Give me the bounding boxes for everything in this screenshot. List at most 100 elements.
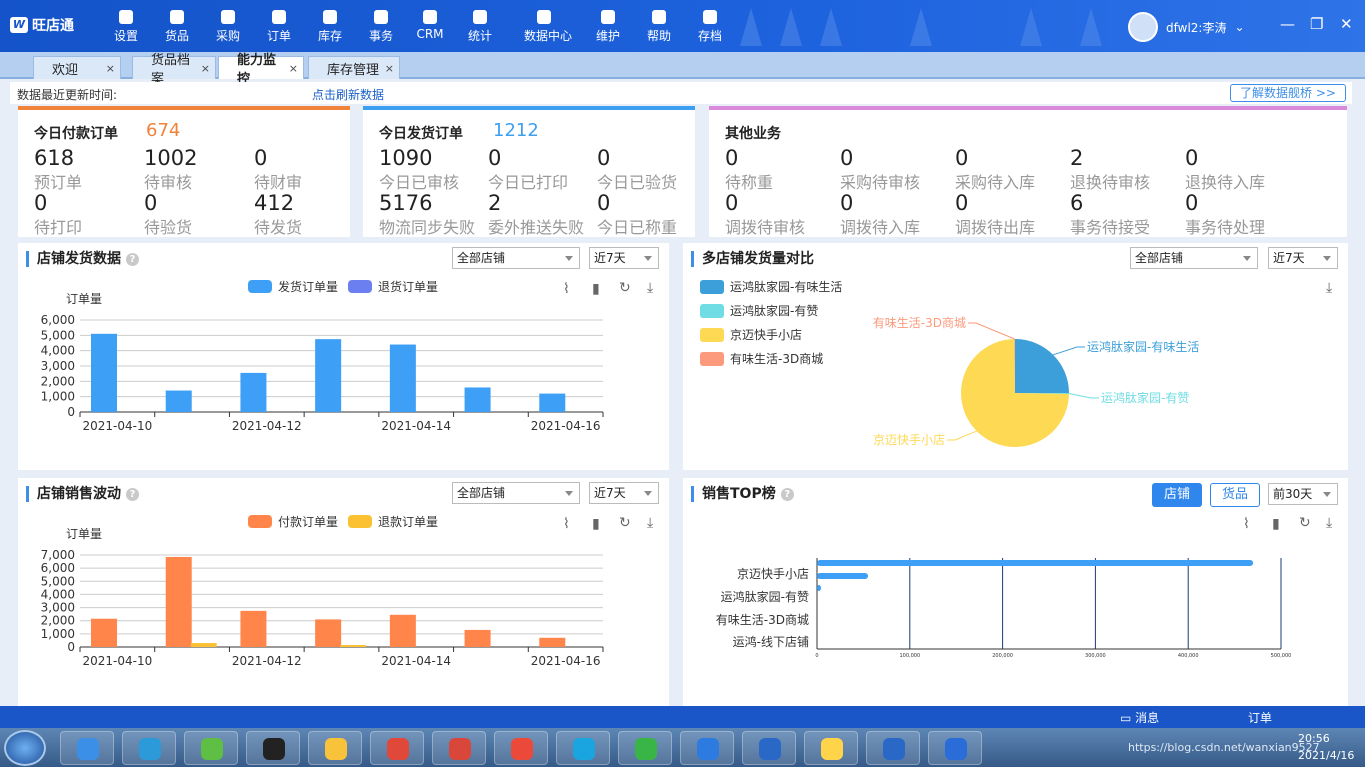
tree-decoration [740, 8, 762, 46]
stat-item[interactable]: 0 调拨待出库 [955, 192, 1035, 238]
nav-2[interactable]: 采购 [208, 10, 248, 44]
stat-item[interactable]: 0 调拨待入库 [840, 192, 920, 238]
nav-6[interactable]: CRM [410, 10, 450, 41]
stat-item[interactable]: 2 退换待审核 [1070, 147, 1150, 193]
start-button[interactable] [4, 730, 46, 766]
close-icon[interactable]: × [201, 62, 210, 75]
stat-item[interactable]: 5176 物流同步失败 [379, 192, 475, 238]
bar[interactable] [340, 645, 367, 647]
taskbar-app[interactable] [680, 731, 734, 765]
taskbar-app[interactable] [122, 731, 176, 765]
nav-10[interactable]: 帮助 [639, 10, 679, 44]
taskbar-app[interactable] [618, 731, 672, 765]
taskbar-app[interactable] [370, 731, 424, 765]
card-count[interactable]: 1212 [493, 120, 539, 141]
nav-0[interactable]: 设置 [106, 10, 146, 44]
tab-0[interactable]: 欢迎 × [33, 56, 121, 79]
pie-slice[interactable] [1015, 339, 1069, 393]
legend-label[interactable]: 退货订单量 [378, 279, 438, 294]
legend-label[interactable]: 运鸿肽家园-有赞 [730, 303, 818, 318]
taskbar-app[interactable] [246, 731, 300, 765]
stat-item[interactable]: 1090 今日已审核 [379, 147, 459, 193]
close-icon[interactable]: × [385, 62, 394, 75]
bar[interactable] [240, 610, 267, 647]
legend-label[interactable]: 付款订单量 [278, 515, 338, 529]
close-button[interactable]: ✕ [1340, 15, 1353, 33]
bar[interactable] [539, 637, 566, 647]
nav-8[interactable]: 数据中心 [524, 10, 572, 44]
nav-7[interactable]: 统计 [460, 10, 500, 44]
stat-value: 0 [725, 146, 739, 170]
stat-item[interactable]: 0 今日已打印 [488, 147, 568, 193]
bar[interactable] [389, 344, 416, 412]
stat-item[interactable]: 0 待财审 [254, 147, 302, 193]
bar[interactable] [539, 393, 566, 412]
stat-item[interactable]: 0 今日已称重 [597, 192, 677, 238]
bar[interactable] [315, 619, 342, 647]
taskbar-app[interactable] [928, 731, 982, 765]
nav-4[interactable]: 库存 [310, 10, 350, 44]
legend-label[interactable]: 运鸿肽家园-有味生活 [730, 279, 842, 294]
learn-data-button[interactable]: 了解数据舰桥 >> [1230, 84, 1346, 102]
user-menu[interactable]: dfwl2:李涛 ⌄ [1128, 12, 1245, 42]
legend-label[interactable]: 京迈快手小店 [730, 328, 802, 342]
bar[interactable] [315, 339, 342, 412]
bar[interactable] [817, 573, 869, 579]
taskbar-app[interactable] [308, 731, 362, 765]
stat-item[interactable]: 0 待打印 [34, 192, 82, 238]
stat-item[interactable]: 0 待称重 [725, 147, 773, 193]
card-count[interactable]: 674 [146, 120, 180, 141]
stat-item[interactable]: 6 事务待接受 [1070, 192, 1150, 238]
bar[interactable] [165, 390, 192, 412]
legend-label[interactable]: 退款订单量 [378, 515, 438, 529]
nav-11[interactable]: 存档 [690, 10, 730, 44]
stat-item[interactable]: 0 待验货 [144, 192, 192, 238]
bar[interactable] [190, 643, 217, 647]
taskbar-app[interactable] [494, 731, 548, 765]
stat-item[interactable]: 0 退换待入库 [1185, 147, 1265, 193]
stat-item[interactable]: 618 预订单 [34, 147, 82, 193]
nav-5[interactable]: 事务 [361, 10, 401, 44]
taskbar-app[interactable] [184, 731, 238, 765]
bar[interactable] [464, 629, 491, 647]
stat-label: 事务待处理 [1185, 218, 1266, 237]
nav-1[interactable]: 货品 [157, 10, 197, 44]
tab-2[interactable]: 能力监控 × [218, 53, 304, 87]
taskbar-app[interactable] [60, 731, 114, 765]
message-button[interactable]: ▭ 消息 [1120, 709, 1159, 726]
bar[interactable] [91, 333, 117, 412]
minimize-button[interactable]: — [1280, 15, 1295, 33]
taskbar-app[interactable] [556, 731, 610, 765]
nav-9[interactable]: 维护 [588, 10, 628, 44]
app-icon [759, 738, 781, 760]
legend-label[interactable]: 有味生活-3D商城 [730, 351, 823, 366]
nav-3[interactable]: 订单 [259, 10, 299, 44]
close-icon[interactable]: × [289, 62, 298, 75]
tab-1[interactable]: 货品档案 × [132, 53, 216, 87]
maximize-button[interactable]: ❐ [1310, 15, 1323, 33]
bar[interactable] [240, 372, 267, 412]
close-icon[interactable]: × [106, 62, 115, 75]
bar[interactable] [817, 560, 1254, 566]
bar[interactable] [165, 556, 192, 647]
x-tick-label: 400,000 [1178, 653, 1199, 659]
stat-item[interactable]: 2 委外推送失败 [488, 192, 584, 238]
stat-item[interactable]: 0 采购待审核 [840, 147, 920, 193]
bar[interactable] [817, 585, 821, 591]
stat-item[interactable]: 1002 待审核 [144, 147, 197, 193]
taskbar-app[interactable] [804, 731, 858, 765]
taskbar-app[interactable] [432, 731, 486, 765]
tab-3[interactable]: 库存管理 × [308, 56, 400, 79]
stat-item[interactable]: 0 采购待入库 [955, 147, 1035, 193]
stat-item[interactable]: 0 今日已验货 [597, 147, 677, 193]
bar[interactable] [464, 387, 491, 412]
stat-item[interactable]: 0 调拨待审核 [725, 192, 805, 238]
stat-item[interactable]: 0 事务待处理 [1185, 192, 1265, 238]
taskbar-app[interactable] [742, 731, 796, 765]
taskbar-app[interactable] [866, 731, 920, 765]
refresh-link[interactable]: 点击刷新数据 [312, 86, 384, 103]
legend-label[interactable]: 发货订单量 [278, 279, 338, 294]
stat-item[interactable]: 412 待发货 [254, 192, 302, 238]
bar[interactable] [389, 614, 416, 647]
bar[interactable] [91, 618, 117, 647]
